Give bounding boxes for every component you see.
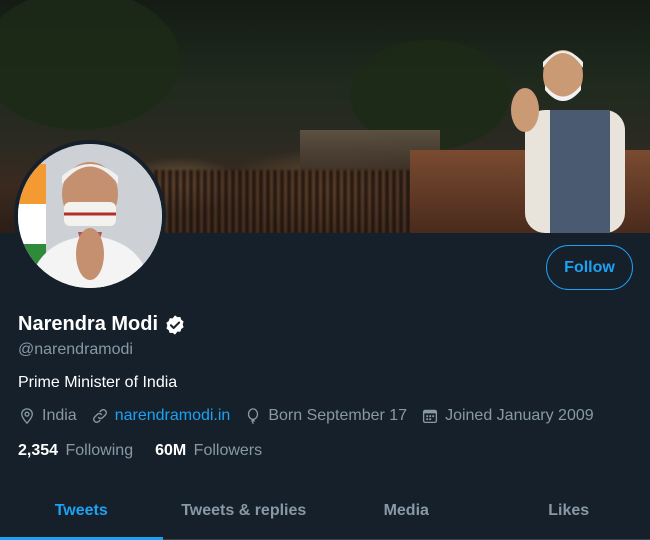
profile-handle: @narendramodi	[18, 341, 133, 358]
followers-label: Followers	[193, 442, 263, 459]
avatar[interactable]	[14, 140, 166, 292]
profile-website[interactable]: narendramodi.in	[91, 407, 231, 425]
calendar-icon	[423, 409, 438, 424]
following-count: 2,354	[18, 442, 59, 459]
profile-stats: 2,354 Following 60M Followers	[18, 442, 284, 460]
profile-meta: India narendramodi.in Born September 17 …	[18, 407, 608, 425]
birthday-text: Born September 17	[268, 407, 408, 424]
location-pin-icon	[21, 408, 33, 425]
following-stat[interactable]: 2,354 Following	[18, 442, 133, 460]
joined-text: Joined January 2009	[445, 407, 594, 424]
profile-bio: Prime Minister of India	[18, 374, 178, 391]
banner-person	[511, 50, 625, 233]
balloon-icon	[248, 408, 259, 425]
profile-joined: Joined January 2009	[421, 407, 594, 425]
avatar-image	[18, 144, 162, 288]
tab-tweets[interactable]: Tweets	[0, 482, 163, 540]
profile-birthday: Born September 17	[244, 407, 407, 425]
tab-likes[interactable]: Likes	[488, 482, 650, 539]
avatar-portrait	[18, 144, 162, 288]
banner-tree	[0, 0, 180, 130]
tab-tweets-replies[interactable]: Tweets & replies	[163, 482, 326, 539]
website-link[interactable]: narendramodi.in	[115, 407, 231, 425]
location-text: India	[42, 407, 77, 424]
followers-count: 60M	[155, 442, 187, 459]
follow-button[interactable]: Follow	[546, 245, 633, 290]
profile-tabs: Tweets Tweets & replies Media Likes	[0, 482, 650, 540]
profile-name-row: Narendra Modi	[18, 313, 186, 336]
verified-badge-icon	[166, 314, 184, 335]
link-icon	[92, 409, 107, 423]
profile-name: Narendra Modi	[18, 313, 159, 335]
tab-media[interactable]: Media	[325, 482, 488, 539]
followers-stat[interactable]: 60M Followers	[155, 442, 262, 460]
profile-location: India	[18, 407, 77, 425]
following-label: Following	[65, 442, 134, 459]
